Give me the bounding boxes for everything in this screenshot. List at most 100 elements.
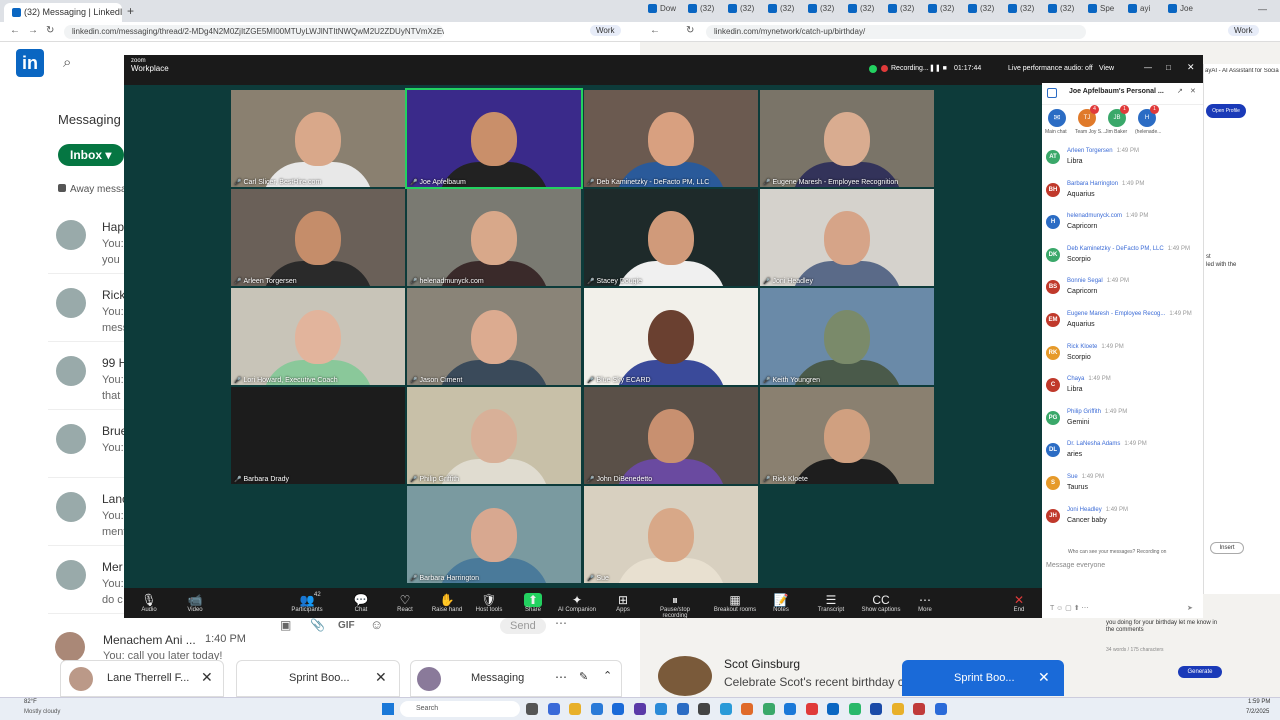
participant-video-tile[interactable]: Blue Sky ECARD bbox=[584, 288, 758, 385]
participant-video-tile[interactable]: Eugene Maresh - Employee Recognition bbox=[760, 90, 934, 187]
app-icon[interactable] bbox=[848, 703, 861, 715]
app-icon[interactable] bbox=[612, 703, 624, 715]
app-icon[interactable] bbox=[590, 703, 603, 715]
close-icon[interactable]: ✕ bbox=[1190, 87, 1196, 95]
open-profile-button[interactable]: Open Profile bbox=[1206, 104, 1246, 118]
more-options-icon[interactable]: ⋯ bbox=[555, 616, 567, 630]
message-sender[interactable]: Sue 1:49 PM bbox=[1067, 474, 1104, 480]
search-icon[interactable]: ⌕ bbox=[63, 54, 71, 71]
new-tab-plus-icon[interactable]: + bbox=[127, 4, 134, 18]
minimize-icon[interactable]: — bbox=[1144, 63, 1152, 72]
send-icon[interactable]: ➤ bbox=[1187, 604, 1193, 612]
close-icon[interactable]: ✕ bbox=[375, 669, 387, 686]
list-item[interactable]: Mer You: do c bbox=[48, 552, 124, 614]
participant-video-tile[interactable]: helenadmunyck.com bbox=[407, 189, 581, 286]
app-icon[interactable] bbox=[741, 703, 753, 715]
gif-button[interactable]: GIF bbox=[338, 620, 355, 631]
generate-button[interactable]: Generate bbox=[1178, 666, 1222, 678]
pause-icon[interactable]: ❚❚ ■ bbox=[929, 64, 947, 72]
browser-tab[interactable]: (32) bbox=[888, 4, 914, 18]
participant-video-tile[interactable]: Stacey Dougie bbox=[584, 189, 758, 286]
ai-companion-button[interactable]: ✦ AI Companion bbox=[554, 593, 600, 613]
participant-video-tile[interactable]: Sue bbox=[584, 486, 758, 583]
back-arrow-icon[interactable]: ← bbox=[10, 25, 20, 36]
app-icon[interactable] bbox=[676, 703, 689, 715]
taskbar-search[interactable]: Search bbox=[400, 701, 520, 717]
pause-stop-recording-button[interactable]: ⏸ Pause/stop recording bbox=[652, 593, 698, 619]
list-item[interactable]: Rick You: mess bbox=[48, 280, 124, 342]
browser-tab[interactable]: Joe bbox=[1168, 4, 1193, 18]
chat-button[interactable]: 💬 Chat bbox=[338, 593, 384, 613]
recording-status[interactable]: Recording... bbox=[891, 65, 929, 72]
message-sender[interactable]: Eugene Maresh - Employee Recog... 1:49 PM bbox=[1067, 311, 1192, 317]
close-icon[interactable]: ✕ bbox=[201, 669, 213, 686]
participant-video-tile[interactable]: Joe Apfelbaum bbox=[405, 88, 583, 189]
visibility-note[interactable]: Who can see your messages? Recording on bbox=[1068, 549, 1166, 555]
more-button[interactable]: ⋯ More bbox=[902, 593, 948, 613]
message-sender[interactable]: Dr. LaNesha Adams 1:49 PM bbox=[1067, 441, 1147, 447]
browser-tab[interactable]: (32) bbox=[848, 4, 874, 18]
list-item[interactable]: Hap You: you bbox=[48, 212, 124, 274]
participant-video-tile[interactable]: John DiBenedetto bbox=[584, 387, 758, 484]
message-sender[interactable]: Joni Headley 1:49 PM bbox=[1067, 507, 1128, 513]
popout-icon[interactable]: ↗ bbox=[1177, 87, 1183, 95]
app-icon[interactable] bbox=[762, 703, 775, 715]
message-sender[interactable]: Bonnie Segal 1:49 PM bbox=[1067, 278, 1129, 284]
raise-hand-button[interactable]: ✋ Raise hand bbox=[424, 593, 470, 613]
dock-chat-lane[interactable]: Lane Therrell F... ✕ bbox=[60, 660, 224, 697]
message-sender[interactable]: Barbara Harrington 1:49 PM bbox=[1067, 181, 1144, 187]
participant-video-tile[interactable]: Deb Kaminetzky - DeFacto PM, LLC bbox=[584, 90, 758, 187]
audio-status[interactable]: Live performance audio: off bbox=[1008, 65, 1093, 72]
app-icon[interactable] bbox=[913, 703, 925, 715]
dock-chat-sprint[interactable]: Sprint Boo... ✕ bbox=[236, 660, 400, 697]
chat-tab[interactable]: TJ 4 bbox=[1078, 105, 1099, 127]
maximize-icon[interactable]: □ bbox=[1166, 63, 1171, 72]
app-icon[interactable] bbox=[805, 703, 818, 715]
participant-video-tile[interactable]: Philip Griffith bbox=[407, 387, 581, 484]
app-icon[interactable] bbox=[526, 703, 538, 715]
message-sender[interactable]: Deb Kaminetzky - DeFacto PM, LLC 1:49 PM bbox=[1067, 246, 1190, 252]
reload-icon[interactable]: ↻ bbox=[686, 25, 694, 36]
browser-tab[interactable]: (32) bbox=[688, 4, 714, 18]
close-icon[interactable]: ✕ bbox=[1038, 669, 1050, 686]
react-button[interactable]: ♡ React bbox=[382, 593, 428, 613]
chat-tab-main[interactable]: ✉ bbox=[1048, 109, 1066, 127]
inbox-filter-button[interactable]: Inbox ▾ bbox=[58, 144, 124, 166]
chevron-up-icon[interactable]: ⌃ bbox=[603, 669, 612, 682]
browser-tab[interactable]: (32) bbox=[1008, 4, 1034, 18]
weather-temp[interactable]: 82°F bbox=[24, 699, 37, 705]
transcript-button[interactable]: ☰ Transcript bbox=[808, 593, 854, 613]
browser-tab[interactable]: (32) bbox=[928, 4, 954, 18]
end-button[interactable]: ✕ End bbox=[996, 593, 1042, 613]
url-field-left[interactable]: linkedin.com/messaging/thread/2-MDg4N2M0… bbox=[64, 25, 444, 39]
apps-button[interactable]: ⊞ Apps bbox=[600, 593, 646, 613]
app-icon[interactable] bbox=[633, 703, 646, 715]
profile-chip-left[interactable]: Work bbox=[590, 25, 621, 36]
format-icon[interactable]: T ☺ ▢ ⬆ ⋯ bbox=[1050, 604, 1089, 612]
browser-tab[interactable]: (32) bbox=[768, 4, 794, 18]
list-item[interactable]: Brue You: bbox=[48, 416, 124, 478]
participant-video-tile[interactable]: Jason Ciment bbox=[407, 288, 581, 385]
chat-input[interactable]: Message everyone bbox=[1046, 562, 1196, 569]
list-item[interactable]: Lanc You: ment bbox=[48, 484, 124, 546]
participant-video-tile[interactable]: Arleen Torgersen bbox=[231, 189, 405, 286]
app-icon[interactable] bbox=[547, 703, 560, 715]
insert-button[interactable]: Insert bbox=[1210, 542, 1244, 554]
app-icon[interactable] bbox=[698, 703, 710, 715]
image-icon[interactable]: ▣ bbox=[280, 618, 291, 632]
message-sender[interactable]: Rick Kloete 1:49 PM bbox=[1067, 344, 1124, 350]
profile-chip-right[interactable]: Work bbox=[1228, 25, 1259, 36]
app-icon[interactable] bbox=[934, 703, 947, 715]
show-captions-button[interactable]: CC Show captions bbox=[858, 593, 904, 613]
minimize-icon[interactable]: — bbox=[1258, 4, 1267, 18]
reload-icon[interactable]: ↻ bbox=[46, 25, 54, 36]
app-icon[interactable] bbox=[569, 703, 581, 715]
browser-tab[interactable]: Dow bbox=[648, 4, 676, 18]
message-sender[interactable]: helenadmunyck.com 1:49 PM bbox=[1067, 213, 1148, 219]
message-sender[interactable]: Chaya 1:49 PM bbox=[1067, 376, 1111, 382]
forward-arrow-icon[interactable]: → bbox=[28, 25, 38, 36]
browser-tab[interactable]: (32) bbox=[1048, 4, 1074, 18]
more-options-icon[interactable]: ⋯ bbox=[555, 670, 567, 684]
app-icon[interactable] bbox=[870, 703, 882, 715]
browser-tab[interactable]: (32) bbox=[808, 4, 834, 18]
